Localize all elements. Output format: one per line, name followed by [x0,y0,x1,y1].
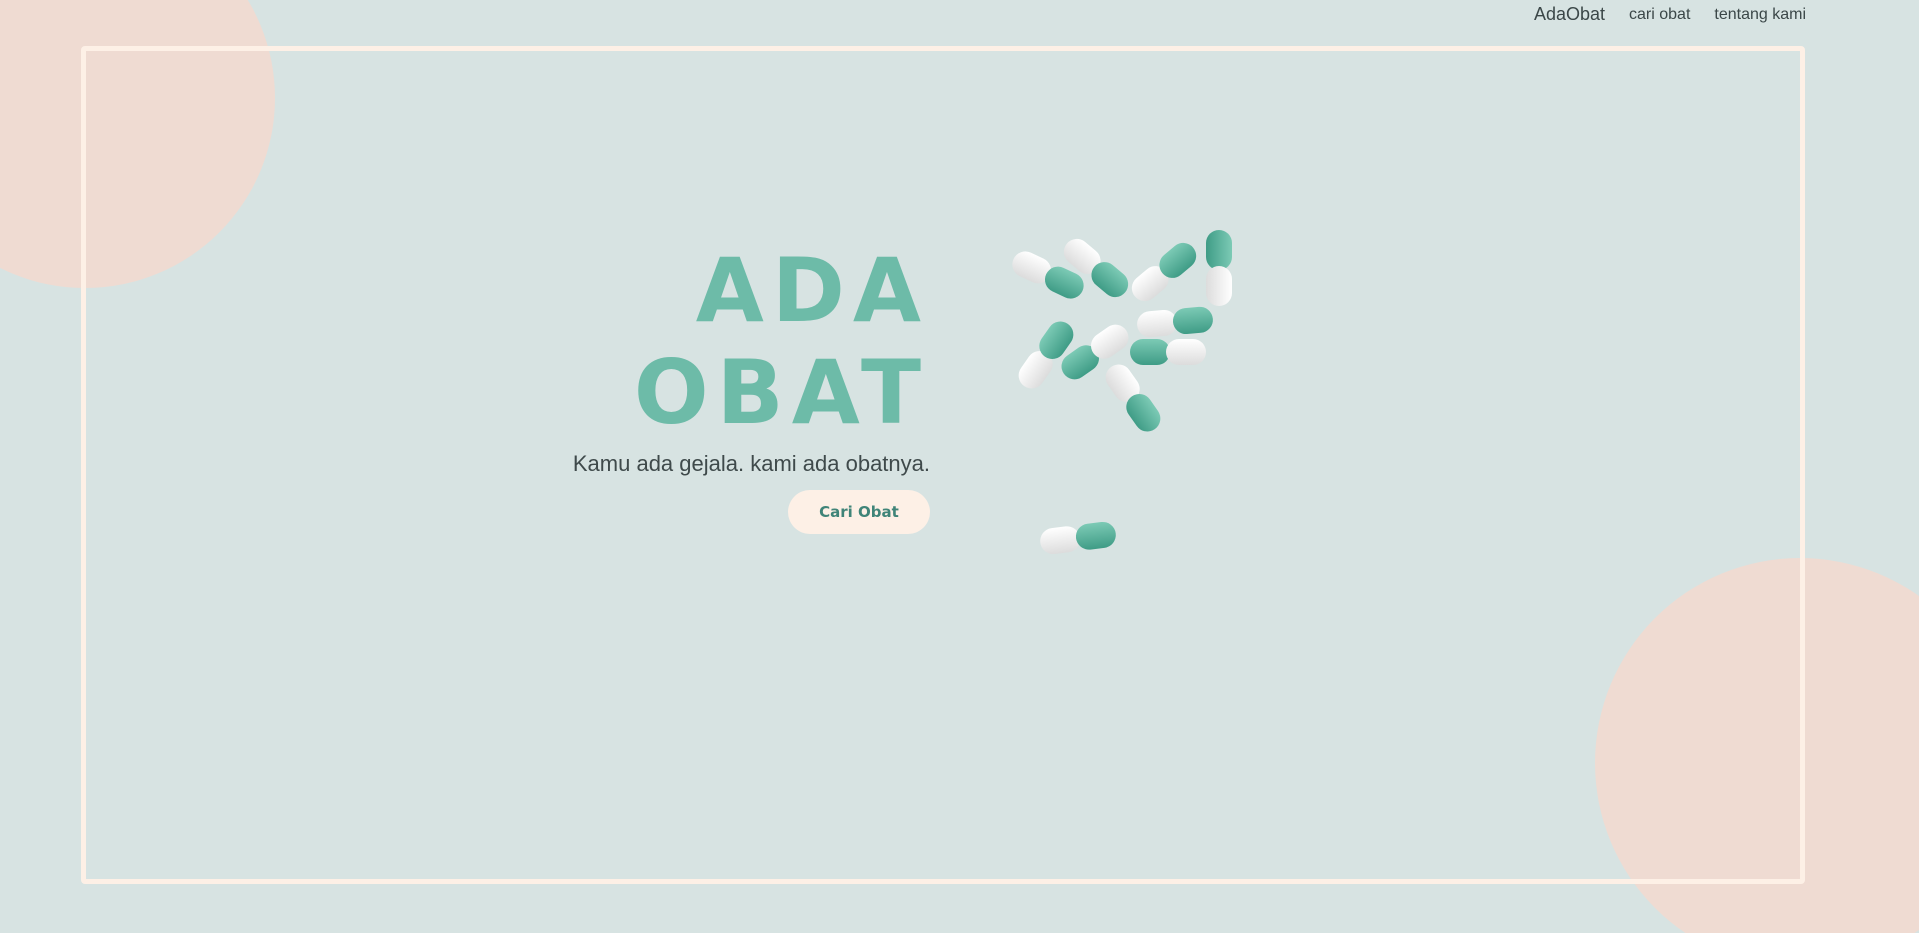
capsule-pills-illustration [1012,230,1232,555]
hero-title-line-2: OBAT [633,341,929,444]
capsule-3 [1131,242,1197,302]
capsule-4 [1206,230,1232,306]
hero-title-line-1: ADA [695,239,929,342]
capsule-9 [1105,364,1161,432]
capsule-8 [1130,339,1206,365]
nav-brand-link[interactable]: AdaObat [1534,4,1605,25]
hero-tagline: Kamu ada gejala. kami ada obatnya. [572,451,930,476]
capsule-10 [1040,521,1116,555]
hero-frame [81,46,1805,884]
nav-link-tentang-kami[interactable]: tentang kami [1714,6,1806,24]
top-nav: AdaObat cari obat tentang kami [1534,4,1806,25]
landing-page: AdaObat cari obat tentang kami ADA OBAT … [0,0,1919,933]
cari-obat-button[interactable]: Cari Obat [788,490,930,534]
nav-link-cari-obat[interactable]: cari obat [1629,6,1690,24]
hero-title: ADA OBAT [634,240,929,444]
capsule-5 [1137,306,1213,338]
